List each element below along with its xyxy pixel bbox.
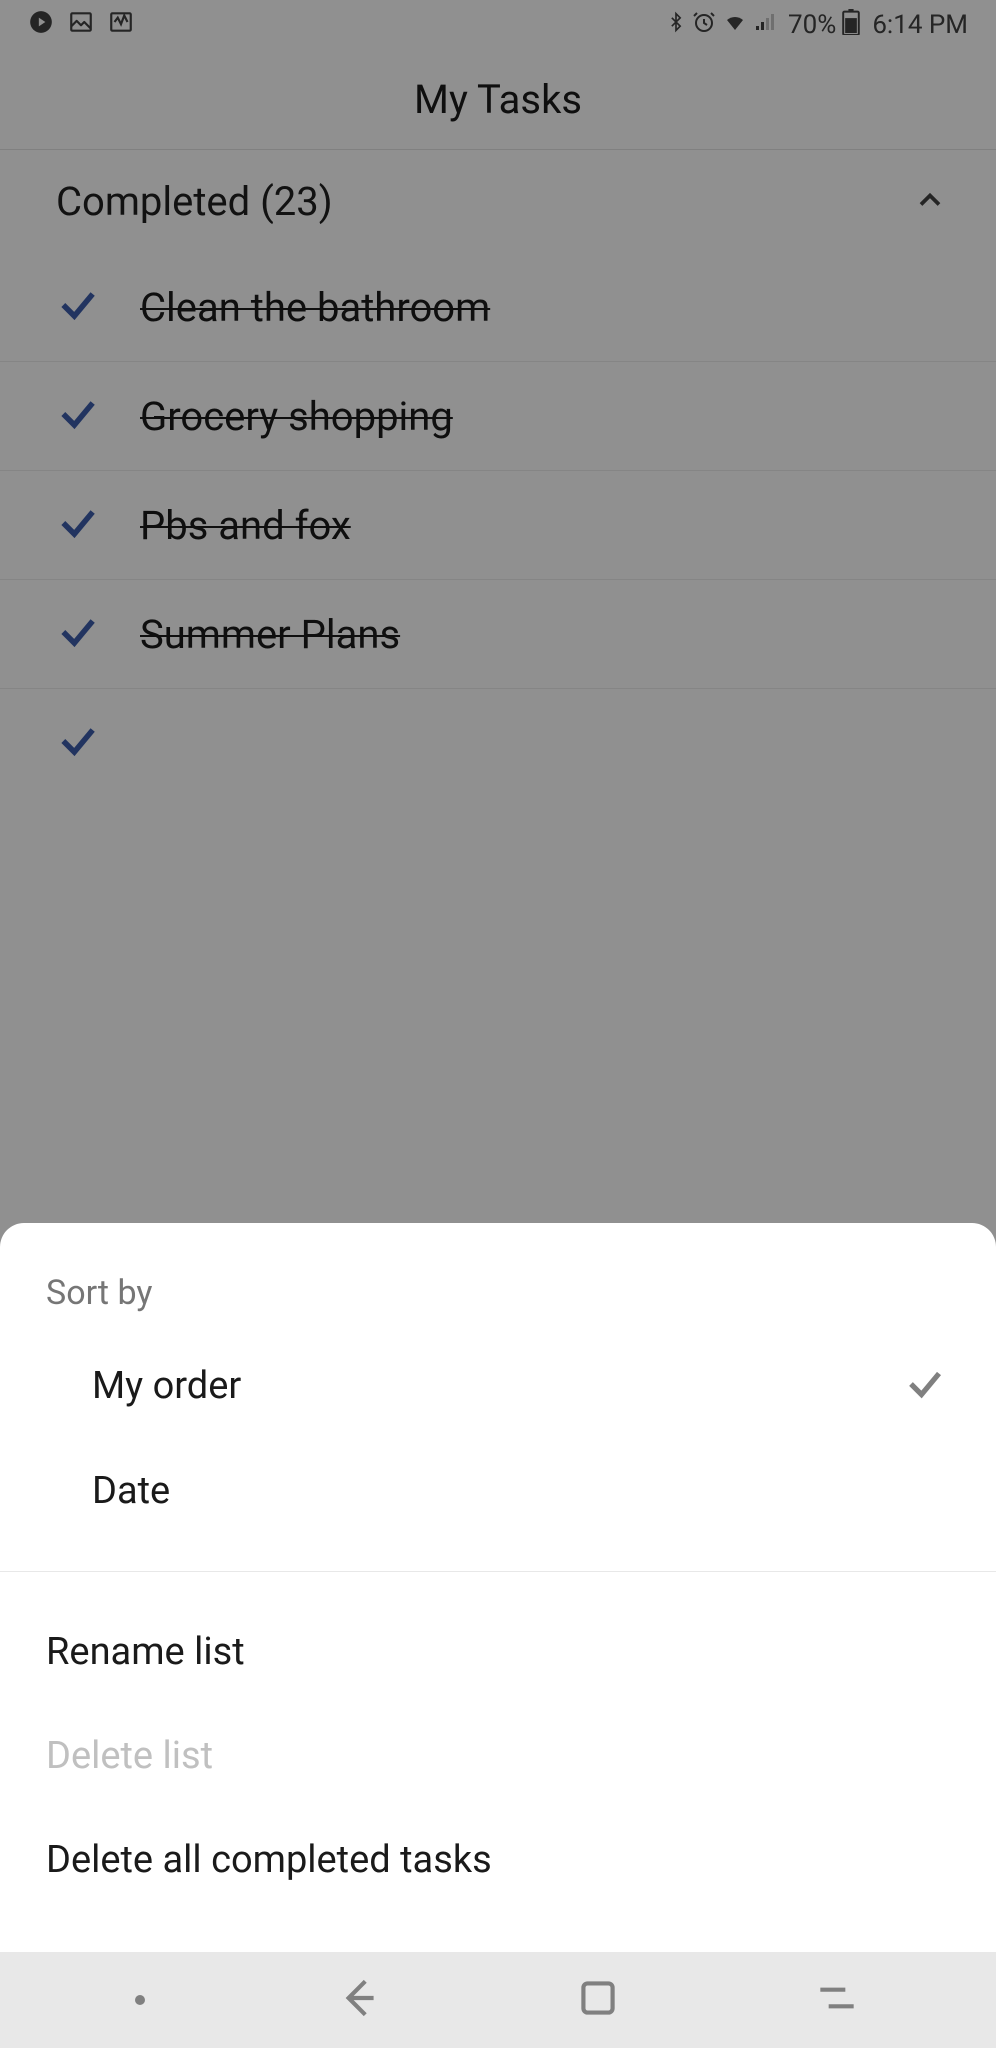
sort-option-label: Date: [92, 1469, 170, 1513]
sort-option-my-order[interactable]: My order: [0, 1333, 996, 1439]
rename-list-button[interactable]: Rename list: [0, 1600, 996, 1704]
bottom-sheet: Sort by My order Date Rename list Delete…: [0, 1223, 996, 1952]
recents-icon[interactable]: [812, 1973, 862, 2027]
action-label: Delete all completed tasks: [46, 1838, 492, 1882]
home-icon[interactable]: [573, 1973, 623, 2027]
system-nav-bar: [0, 1952, 996, 2048]
sort-by-label: Sort by: [0, 1273, 996, 1333]
delete-list-button: Delete list: [0, 1704, 996, 1808]
sort-option-label: My order: [92, 1364, 241, 1408]
action-label: Delete list: [46, 1734, 213, 1778]
divider: [0, 1571, 996, 1572]
nav-indicator-dot: [135, 1995, 145, 2005]
action-label: Rename list: [46, 1630, 245, 1674]
sort-option-date[interactable]: Date: [0, 1439, 996, 1543]
delete-completed-button[interactable]: Delete all completed tasks: [0, 1808, 996, 1912]
back-icon[interactable]: [334, 1973, 384, 2027]
check-icon: [904, 1363, 946, 1409]
